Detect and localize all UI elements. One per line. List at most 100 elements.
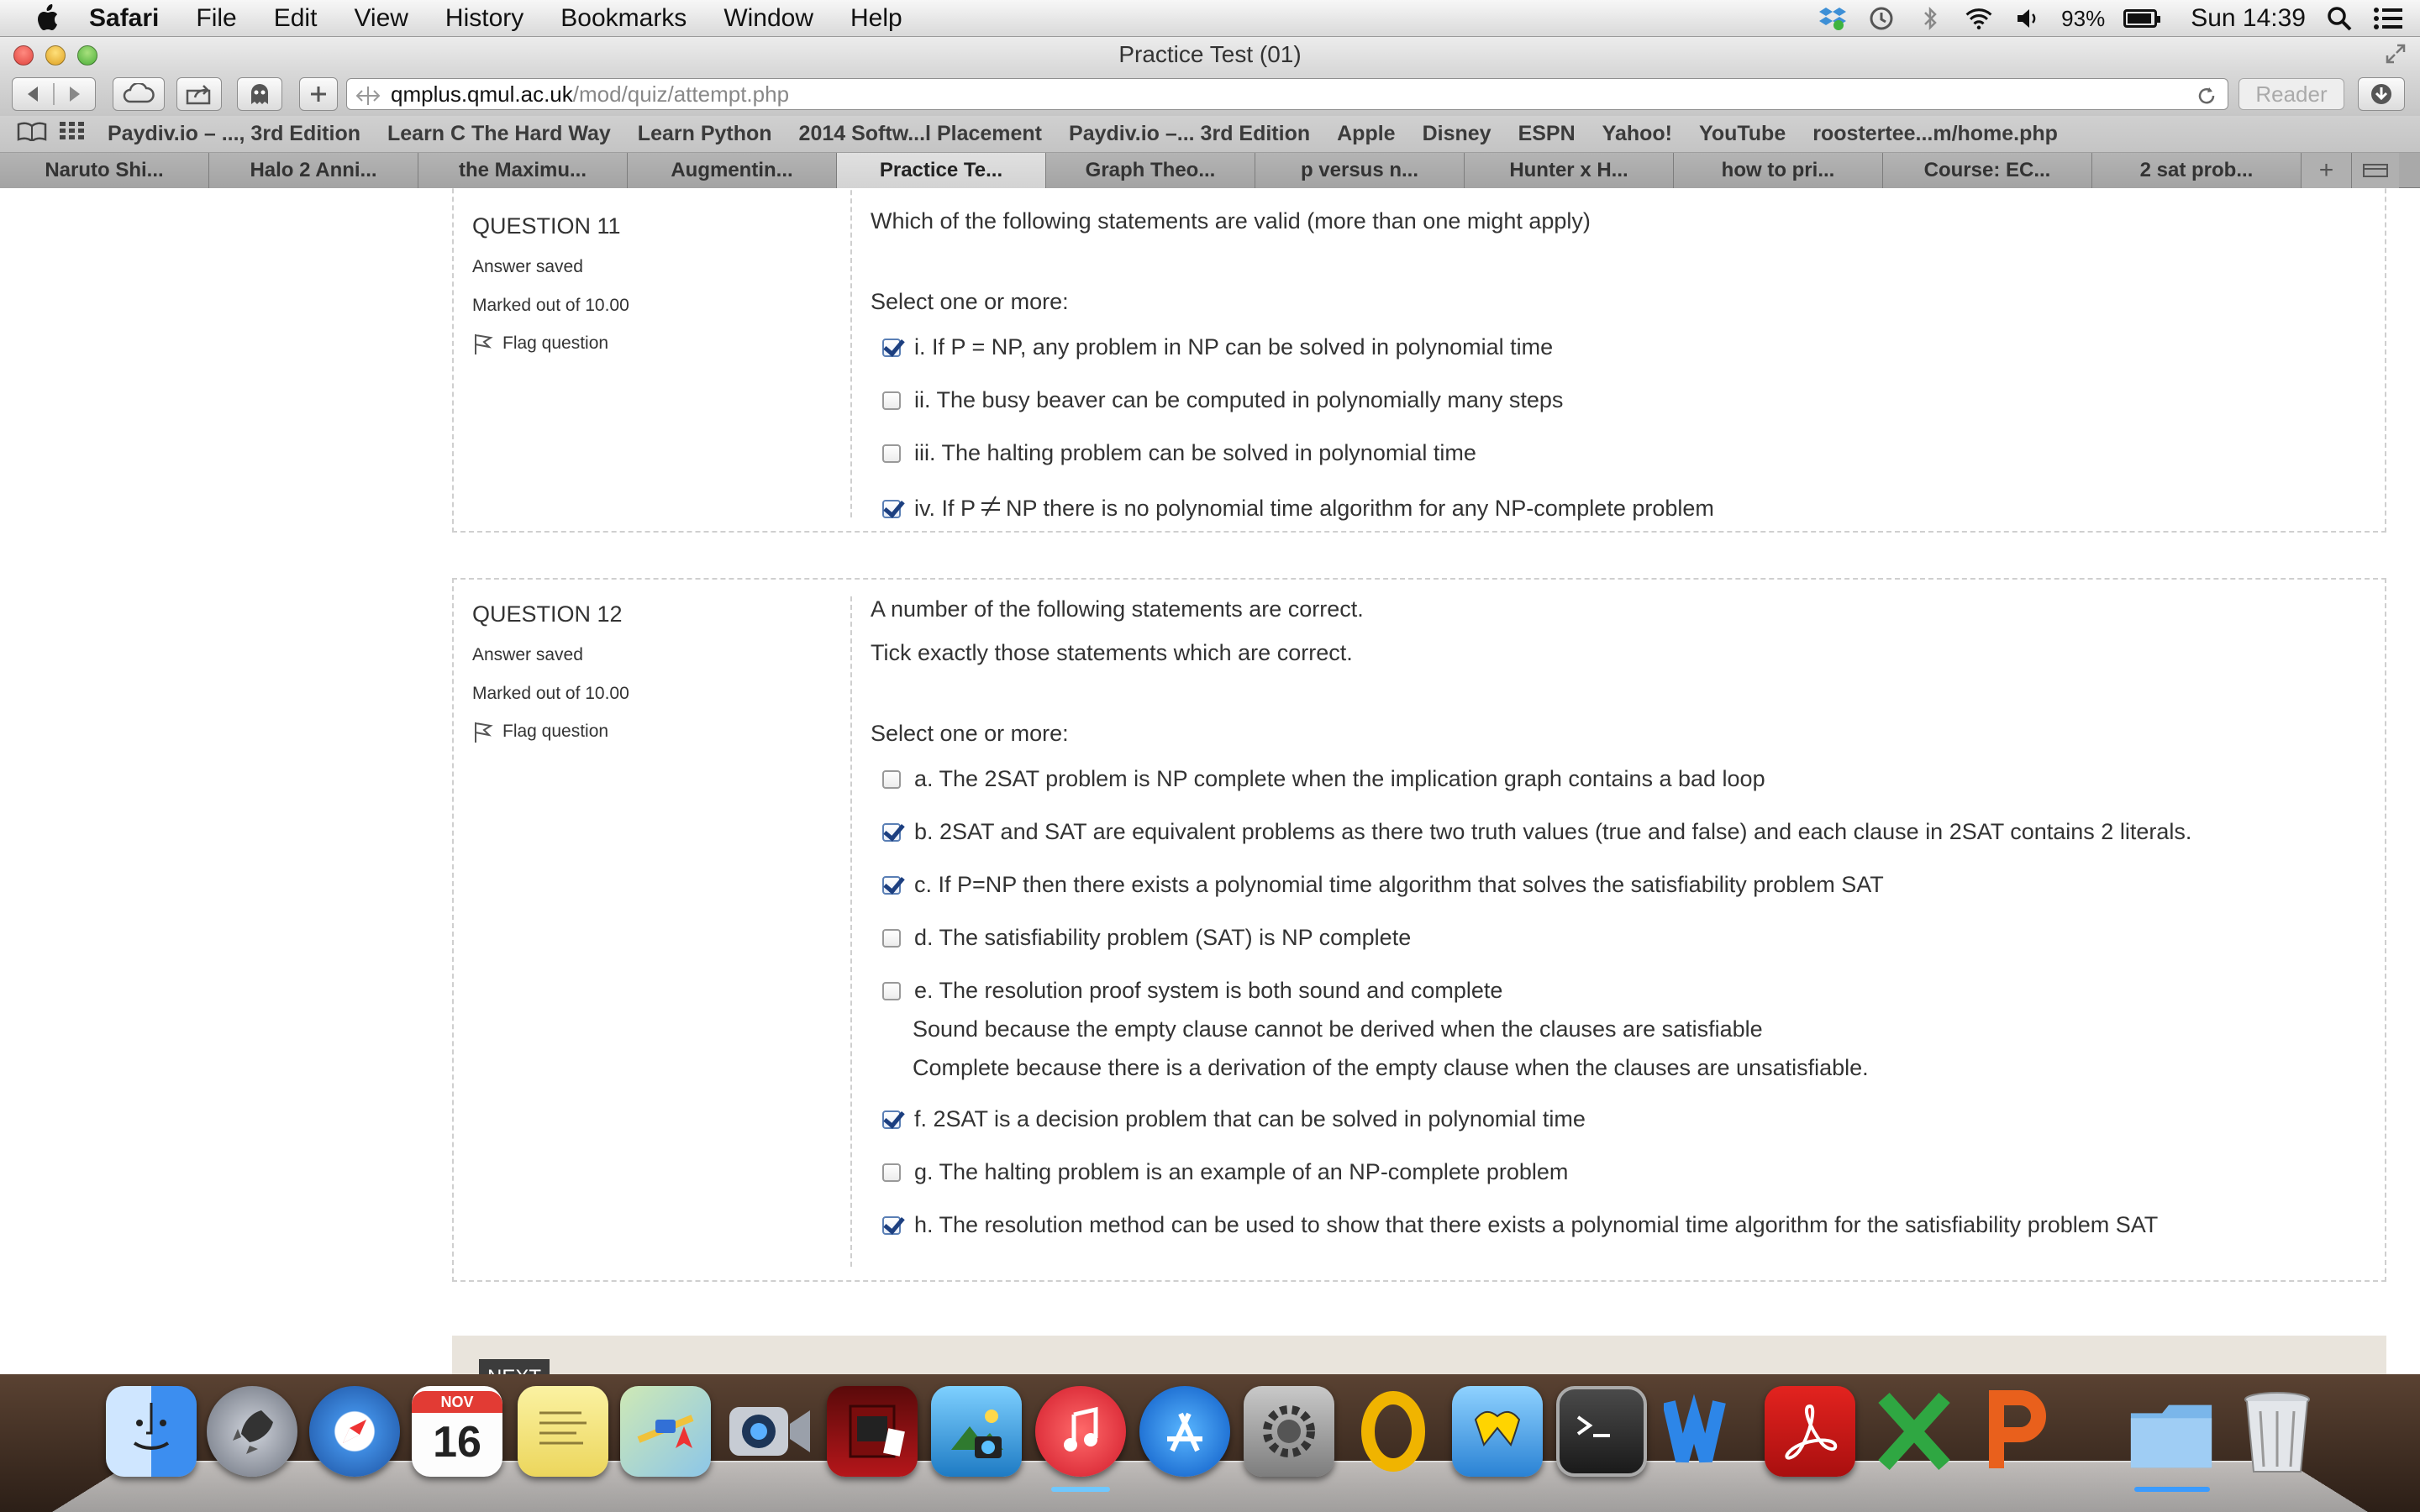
q11-option-ii[interactable]: ii. The busy beaver can be computed in p…	[871, 387, 1563, 413]
microsoft-powerpoint-icon[interactable]	[1973, 1386, 2064, 1477]
photo-booth-icon[interactable]	[827, 1386, 918, 1477]
q11-option-iv-label-post[interactable]: NP there is no polynomial time algorithm…	[1006, 496, 1714, 522]
outlook-icon[interactable]	[1348, 1386, 1439, 1477]
ghostery-extension-icon[interactable]	[237, 77, 282, 111]
flag-label[interactable]: Flag question	[502, 333, 608, 354]
bookmark-learn-python[interactable]: Learn Python	[624, 122, 786, 146]
adobe-acrobat-icon[interactable]	[1765, 1386, 1855, 1477]
wifi-icon[interactable]	[1964, 3, 1994, 34]
tab-graph-theory[interactable]: Graph Theo...	[1046, 153, 1255, 188]
safari-icon[interactable]	[309, 1386, 400, 1477]
q11-option-i-label[interactable]: i. If P = NP, any problem in NP can be s…	[914, 334, 1553, 360]
apple-menu-icon[interactable]	[20, 0, 74, 37]
menu-history[interactable]: History	[427, 0, 542, 37]
q11-option-i-checkbox[interactable]	[882, 338, 901, 357]
spotlight-search-icon[interactable]	[2324, 3, 2354, 34]
flag-label[interactable]: Flag question	[502, 722, 608, 742]
q11-option-iii-label[interactable]: iii. The halting problem can be solved i…	[914, 440, 1476, 466]
q11-option-iv-label-pre[interactable]: iv. If P	[914, 496, 976, 522]
q12-option-h-label[interactable]: h. The resolution method can be used to …	[914, 1212, 2158, 1238]
q12-option-a-label[interactable]: a. The 2SAT problem is NP complete when …	[914, 766, 1765, 792]
bookmark-espn[interactable]: ESPN	[1505, 122, 1589, 146]
q11-option-iv[interactable]: iv. If P NP there is no polynomial time …	[871, 493, 1714, 524]
question-11-flag[interactable]: Flag question	[472, 331, 608, 356]
maps-icon[interactable]	[620, 1386, 711, 1477]
terminal-icon[interactable]	[1556, 1386, 1647, 1477]
bookmark-learn-c[interactable]: Learn C The Hard Way	[374, 122, 624, 146]
system-preferences-icon[interactable]	[1244, 1386, 1334, 1477]
launchpad-icon[interactable]	[207, 1386, 297, 1477]
bookmark-disney[interactable]: Disney	[1409, 122, 1505, 146]
reading-list-icon[interactable]	[17, 121, 47, 147]
q12-option-e[interactable]: e. The resolution proof system is both s…	[871, 978, 1502, 1004]
q11-option-iv-checkbox[interactable]	[882, 499, 901, 518]
time-machine-icon[interactable]	[1866, 3, 1897, 34]
tab-hunter-x-hunter[interactable]: Hunter x H...	[1465, 153, 1674, 188]
icloud-tabs-icon[interactable]	[113, 77, 165, 111]
tab-practice-test[interactable]: Practice Te...	[837, 153, 1046, 188]
q11-option-iii[interactable]: iii. The halting problem can be solved i…	[871, 440, 1476, 466]
q12-option-h-checkbox[interactable]	[882, 1215, 901, 1235]
facetime-icon[interactable]	[724, 1386, 815, 1477]
tab-overview-icon[interactable]	[2352, 153, 2399, 188]
fullscreen-icon[interactable]	[2383, 42, 2408, 67]
bookmark-roosterteeth[interactable]: roostertee...m/home.php	[1799, 122, 2071, 146]
q12-option-a[interactable]: a. The 2SAT problem is NP complete when …	[871, 766, 1765, 792]
app-store-icon[interactable]	[1139, 1386, 1230, 1477]
reader-button[interactable]: Reader	[2238, 78, 2344, 110]
zoom-window-button[interactable]	[77, 45, 97, 66]
tab-augmenting[interactable]: Augmentin...	[628, 153, 837, 188]
q12-option-b-checkbox[interactable]	[882, 822, 901, 842]
menu-file[interactable]: File	[177, 0, 255, 37]
q12-option-e-checkbox[interactable]	[882, 981, 901, 1000]
downloads-folder-icon[interactable]	[2126, 1386, 2217, 1477]
next-button[interactable]: NEXT	[479, 1359, 550, 1374]
microsoft-word-icon[interactable]	[1660, 1386, 1751, 1477]
address-bar[interactable]: qmplus.qmul.ac.uk/mod/quiz/attempt.php	[346, 78, 2228, 110]
codeblocks-icon[interactable]	[1452, 1386, 1543, 1477]
new-tab-button[interactable]	[299, 77, 338, 111]
q12-option-g[interactable]: g. The halting problem is an example of …	[871, 1159, 1568, 1185]
menu-help[interactable]: Help	[832, 0, 921, 37]
share-icon[interactable]	[176, 77, 222, 111]
iphoto-icon[interactable]	[931, 1386, 1022, 1477]
top-sites-icon[interactable]	[59, 121, 86, 147]
q12-option-f[interactable]: f. 2SAT is a decision problem that can b…	[871, 1106, 1586, 1132]
q12-option-d-checkbox[interactable]	[882, 928, 901, 948]
reload-icon[interactable]	[2196, 84, 2217, 114]
menu-window[interactable]: Window	[705, 0, 832, 37]
calendar-icon[interactable]: NOV 16	[412, 1386, 502, 1477]
battery-icon[interactable]	[2123, 9, 2161, 28]
q11-option-ii-checkbox[interactable]	[882, 391, 901, 410]
close-window-button[interactable]	[13, 45, 34, 66]
q12-option-d[interactable]: d. The satisfiability problem (SAT) is N…	[871, 925, 1411, 951]
bookmark-placement[interactable]: 2014 Softw...l Placement	[786, 122, 1055, 146]
notification-center-icon[interactable]	[2373, 3, 2403, 34]
menu-view[interactable]: View	[335, 0, 426, 37]
back-forward-buttons[interactable]	[12, 77, 96, 111]
q11-option-ii-label[interactable]: ii. The busy beaver can be computed in p…	[914, 387, 1563, 413]
q12-option-f-label[interactable]: f. 2SAT is a decision problem that can b…	[914, 1106, 1586, 1132]
menu-bookmarks[interactable]: Bookmarks	[542, 0, 705, 37]
tab-2sat[interactable]: 2 sat prob...	[2092, 153, 2302, 188]
tab-maximum[interactable]: the Maximu...	[418, 153, 628, 188]
bluetooth-icon[interactable]	[1915, 3, 1945, 34]
microsoft-excel-icon[interactable]	[1869, 1386, 1960, 1477]
q12-option-g-label[interactable]: g. The halting problem is an example of …	[914, 1159, 1568, 1185]
bookmark-youtube[interactable]: YouTube	[1686, 122, 1799, 146]
finder-icon[interactable]	[106, 1386, 197, 1477]
q12-option-a-checkbox[interactable]	[882, 769, 901, 789]
minimize-window-button[interactable]	[45, 45, 66, 66]
volume-icon[interactable]	[2012, 3, 2043, 34]
trash-icon[interactable]	[2232, 1386, 2323, 1477]
clock[interactable]: Sun 14:39	[2191, 4, 2306, 33]
tab-halo[interactable]: Halo 2 Anni...	[209, 153, 418, 188]
q11-option-iii-checkbox[interactable]	[882, 444, 901, 463]
menu-edit[interactable]: Edit	[255, 0, 336, 37]
q11-option-i[interactable]: i. If P = NP, any problem in NP can be s…	[871, 334, 1553, 360]
menu-app-name[interactable]: Safari	[74, 0, 177, 37]
downloads-icon[interactable]	[2358, 77, 2405, 111]
bookmark-yahoo[interactable]: Yahoo!	[1589, 122, 1686, 146]
tab-course[interactable]: Course: EC...	[1883, 153, 2092, 188]
add-tab-button[interactable]: +	[2302, 153, 2352, 188]
